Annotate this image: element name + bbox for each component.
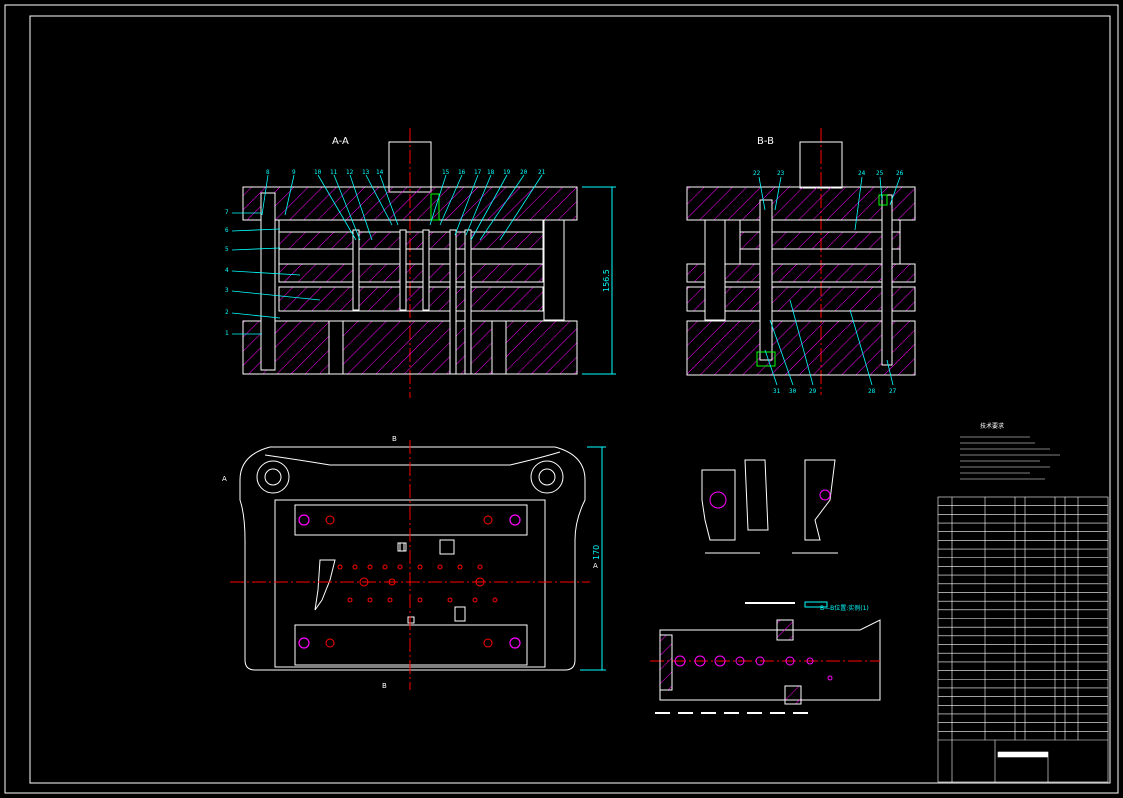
outer-frame (4, 4, 1119, 794)
part-label: 18 (487, 169, 495, 176)
bill-of-materials (937, 496, 1109, 783)
part-label: 10 (314, 169, 322, 176)
inner-frame (29, 15, 1111, 784)
strip-layout: B—B位置:实例(1) (650, 604, 881, 714)
plan-markers (397, 542, 405, 552)
part-label: 24 (858, 170, 866, 177)
width-dimension: 170 (592, 545, 601, 560)
section-bb-title: B-B (757, 136, 774, 147)
part-label: 30 (789, 388, 797, 395)
part-label: 19 (503, 169, 511, 176)
part-label: 2 (225, 309, 229, 316)
part-label: 9 (292, 169, 296, 176)
part-label: 31 (773, 388, 781, 395)
technical-notes: 技术要求 (960, 422, 1060, 480)
part-label: 11 (330, 169, 338, 176)
part-label: 1 (225, 330, 229, 337)
section-mark: A (222, 475, 227, 483)
part-label: 17 (474, 169, 482, 176)
part-label: 12 (346, 169, 354, 176)
part-label: 23 (777, 170, 785, 177)
strip-label: B—B位置:实例(1) (820, 604, 869, 612)
section-mark: B (382, 682, 387, 690)
part-label: 15 (442, 169, 450, 176)
part-label: 7 (225, 209, 229, 216)
part-label: 22 (753, 170, 761, 177)
part-label: 14 (376, 169, 384, 176)
detail-views (701, 459, 838, 608)
part-label: 27 (889, 388, 897, 395)
part-label: 20 (520, 169, 528, 176)
cad-drawing: A-A 156.5 7 6 5 4 3 2 1 8 9 10 11 12 13 … (4, 4, 1119, 794)
height-dimension: 156.5 (602, 269, 611, 292)
part-label: 25 (876, 170, 884, 177)
section-bb-view: B-B 22 23 24 25 26 31 30 29 28 27 (686, 128, 916, 395)
plan-view: 170 B B A A (222, 435, 606, 690)
part-label: 6 (225, 227, 229, 234)
part-label: 13 (362, 169, 370, 176)
part-label: 29 (809, 388, 817, 395)
section-mark: A (593, 562, 598, 570)
part-label: 21 (538, 169, 546, 176)
notes-heading: 技术要求 (980, 422, 1004, 430)
section-aa-view: A-A 156.5 7 6 5 4 3 2 1 8 9 10 11 12 13 … (225, 128, 616, 398)
part-label: 4 (225, 267, 229, 274)
section-aa-title: A-A (332, 136, 349, 147)
part-label: 3 (225, 287, 229, 294)
part-label: 28 (868, 388, 876, 395)
section-mark: B (392, 435, 397, 443)
part-label: 16 (458, 169, 466, 176)
part-label: 26 (896, 170, 904, 177)
part-label: 8 (266, 169, 270, 176)
part-label: 5 (225, 246, 229, 253)
